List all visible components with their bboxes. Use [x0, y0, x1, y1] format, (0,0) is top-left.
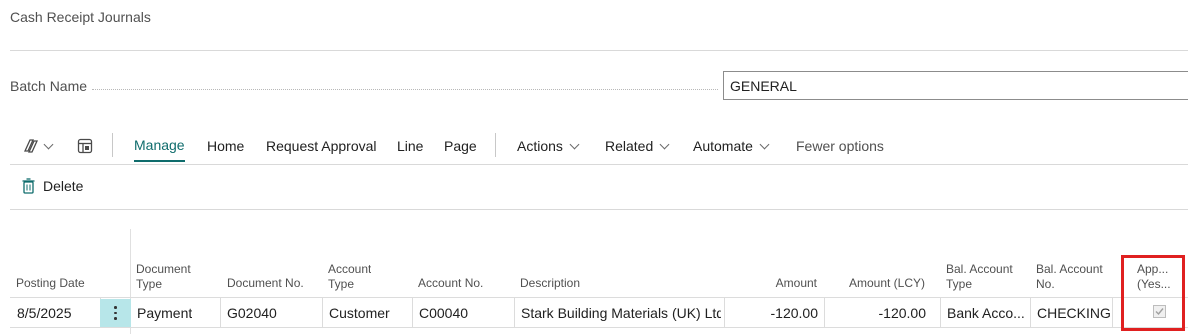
more-vertical-icon [114, 306, 117, 320]
title-divider [10, 50, 1188, 51]
col-header-account-type[interactable]: Account Type [328, 262, 371, 292]
chevron-down-icon [569, 139, 580, 149]
cell-divider [940, 298, 941, 327]
col-header-description[interactable]: Description [520, 276, 580, 291]
cell-bal-account-type[interactable]: Bank Acco... [947, 305, 1029, 321]
menu-related-label: Related [605, 138, 654, 154]
menu-actions-label: Actions [517, 138, 563, 154]
col-header-line: Bal. Account [1036, 262, 1103, 276]
cell-amount[interactable]: -120.00 [730, 305, 818, 321]
chevron-down-icon [659, 139, 670, 149]
col-header-account-no[interactable]: Account No. [418, 276, 483, 291]
row-divider [10, 327, 1188, 328]
col-header-bal-account-no[interactable]: Bal. Account No. [1036, 262, 1103, 292]
actions-divider [10, 209, 1188, 210]
col-header-document-type[interactable]: Document Type [136, 262, 191, 292]
tab-line[interactable]: Line [397, 130, 423, 162]
cell-amount-lcy[interactable]: -120.00 [830, 305, 926, 321]
menu-actions[interactable]: Actions [517, 130, 580, 162]
trash-icon [22, 178, 35, 194]
page-title: Cash Receipt Journals [10, 9, 151, 25]
cell-divider [514, 298, 515, 327]
cell-divider [322, 298, 323, 327]
highlight-annotation-box [1121, 255, 1185, 331]
batch-name-input[interactable] [723, 71, 1188, 100]
col-header-line: Type [946, 277, 973, 291]
menu-related[interactable]: Related [605, 130, 670, 162]
col-header-line: Document [136, 262, 191, 276]
cell-document-no[interactable]: G02040 [227, 305, 277, 321]
copilot-menu-button[interactable] [22, 130, 54, 162]
batch-name-leader [92, 89, 718, 90]
tab-manage[interactable]: Manage [134, 130, 185, 162]
tab-page[interactable]: Page [444, 130, 477, 162]
delete-button[interactable]: Delete [22, 178, 83, 194]
col-header-posting-date[interactable]: Posting Date [16, 276, 85, 291]
tab-request-approval[interactable]: Request Approval [266, 130, 377, 162]
col-header-line: Account [328, 262, 372, 276]
action-bar: Manage Home Request Approval Line Page A… [0, 130, 1188, 164]
cell-account-type[interactable]: Customer [329, 305, 390, 321]
cell-divider [824, 298, 825, 327]
col-header-line: Bal. Account [946, 262, 1013, 276]
delete-label: Delete [43, 178, 84, 194]
cell-document-type[interactable]: Payment [137, 305, 192, 321]
cell-account-no[interactable]: C00040 [419, 305, 468, 321]
cell-posting-date[interactable]: 8/5/2025 [17, 305, 72, 321]
menu-automate-label: Automate [693, 138, 753, 154]
cell-divider [1030, 298, 1031, 327]
tab-home[interactable]: Home [207, 130, 244, 162]
copilot-icon [23, 139, 39, 153]
col-header-line: No. [1036, 277, 1055, 291]
col-header-line: Type [136, 277, 163, 291]
chevron-down-icon [43, 139, 54, 149]
col-header-document-no[interactable]: Document No. [227, 276, 304, 291]
toolbar-divider [10, 164, 1188, 165]
cell-description[interactable]: Stark Building Materials (UK) Ltd [521, 305, 721, 321]
col-header-line: Type [328, 277, 355, 291]
col-header-amount-lcy[interactable]: Amount (LCY) [830, 276, 925, 291]
chevron-down-icon [759, 139, 770, 149]
col-header-amount[interactable]: Amount [730, 276, 817, 291]
row-actions-button[interactable] [100, 299, 131, 327]
col-header-bal-account-type[interactable]: Bal. Account Type [946, 262, 1013, 292]
header-row-divider [10, 297, 1188, 298]
menu-automate[interactable]: Automate [693, 130, 770, 162]
fewer-options-button[interactable]: Fewer options [796, 130, 884, 162]
toolbar-separator [495, 133, 496, 157]
layout-icon [77, 138, 93, 154]
cell-divider [220, 298, 221, 327]
toolbar-separator [112, 133, 113, 157]
cell-divider [724, 298, 725, 327]
cell-divider [412, 298, 413, 327]
cell-bal-account-no[interactable]: CHECKING [1037, 305, 1111, 321]
batch-name-label: Batch Name [10, 78, 88, 94]
cell-divider [1112, 298, 1113, 327]
personalize-button[interactable] [77, 130, 93, 162]
